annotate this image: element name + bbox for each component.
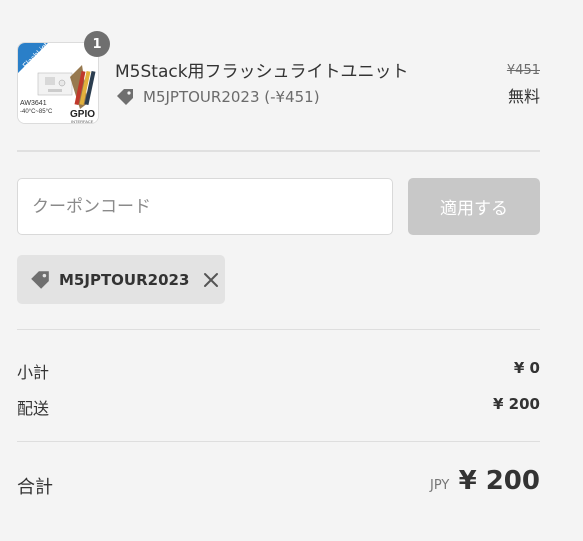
discount-tag-icon bbox=[115, 87, 135, 107]
product-thumbnail: FlashLight AW3641 -40°C~85°C GPIO INTERF… bbox=[17, 42, 99, 124]
product-discount-text: M5JPTOUR2023 (-¥451) bbox=[143, 88, 320, 106]
shipping-label: 配送 bbox=[17, 399, 50, 418]
close-icon[interactable] bbox=[203, 272, 219, 288]
shipping-value: ¥ 200 bbox=[493, 395, 540, 413]
product-thumbnail-wrap: FlashLight AW3641 -40°C~85°C GPIO INTERF… bbox=[17, 31, 110, 124]
line-price: 無料 bbox=[507, 87, 540, 106]
total-value: ¥ 200 bbox=[458, 466, 540, 496]
discount-tag-icon bbox=[29, 269, 51, 291]
thumb-chip-text: AW3641 bbox=[20, 100, 47, 107]
currency-code: JPY bbox=[430, 478, 450, 493]
divider bbox=[17, 441, 540, 442]
quantity-badge: 1 bbox=[84, 31, 110, 57]
thumb-temp-text: -40°C~85°C bbox=[20, 109, 53, 115]
coupon-code-input[interactable] bbox=[17, 178, 393, 235]
product-image: FlashLight AW3641 -40°C~85°C GPIO INTERF… bbox=[18, 43, 98, 124]
total-label: 合計 bbox=[17, 477, 53, 498]
applied-discount-tag: M5JPTOUR2023 bbox=[17, 255, 225, 304]
product-discount: M5JPTOUR2023 (-¥451) bbox=[115, 87, 320, 107]
subtotal-label: 小計 bbox=[17, 363, 50, 382]
divider bbox=[17, 150, 540, 152]
product-title: M5Stack用フラッシュライトユニット bbox=[115, 62, 409, 82]
apply-coupon-button[interactable]: 適用する bbox=[408, 178, 540, 235]
subtotal-value: ¥ 0 bbox=[513, 359, 540, 377]
divider bbox=[17, 329, 540, 330]
shipping-row: 配送 ¥ 200 bbox=[17, 395, 540, 419]
applied-discount-code: M5JPTOUR2023 bbox=[59, 270, 190, 289]
subtotal-row: 小計 ¥ 0 bbox=[17, 359, 540, 383]
thumb-port-sub-text: INTERFACE bbox=[71, 119, 94, 124]
cart-line-item: FlashLight AW3641 -40°C~85°C GPIO INTERF… bbox=[17, 31, 540, 124]
original-price: ¥451 bbox=[506, 63, 540, 78]
